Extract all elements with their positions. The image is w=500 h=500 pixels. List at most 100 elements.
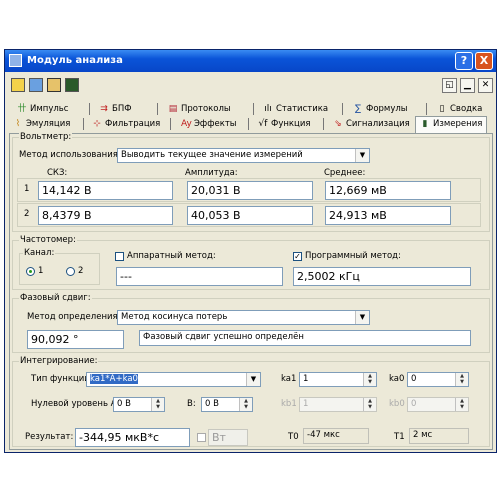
phase-status: Фазовый сдвиг успешно определён [139,330,471,346]
chart-icon[interactable] [65,78,79,92]
voltmeter-row: 2 8,4379 В 40,053 В 24,913 мВ [17,203,481,227]
chevron-down-icon[interactable]: ▼ [355,149,369,162]
result-value: -344,95 мкВ*с [75,428,190,447]
hardware-method-checkbox[interactable] [115,252,124,261]
t1-value: 2 мс [409,428,469,444]
spinner-icon[interactable]: ▲ ▼ [239,398,252,411]
tab-function[interactable]: √f Функция [258,117,311,131]
tab-pulse[interactable]: 卄 Импульс [17,102,68,116]
channel-1-radio[interactable] [26,267,35,276]
chevron-down-icon[interactable]: ▼ [246,373,260,386]
title-bar[interactable]: Модуль анализа ? X [5,50,496,72]
spinner-icon[interactable]: ▲ ▼ [151,398,164,411]
spinner-icon[interactable]: ▲ ▼ [455,398,468,411]
analysis-window: Модуль анализа ? X ◱ ▁ ✕ 卄 Импульс ⇉ БПФ ▤… [4,49,497,453]
emulation-icon: ⌇ [15,119,21,129]
protocol-icon: ▤ [168,104,178,114]
phase-shift-group: Фазовый сдвиг: Метод определения: Метод … [12,293,490,353]
chevron-down-icon[interactable]: ▼ [355,311,369,324]
tab-emulation[interactable]: ⌇ Эмуляция [13,117,71,131]
spinner-icon[interactable]: ▲ ▼ [455,373,468,386]
channel-1-label: 1 [38,266,44,276]
kb1-input[interactable]: 1 ▲ ▼ [299,397,377,412]
close-button[interactable]: X [475,52,493,70]
close-icon[interactable]: ✕ [478,78,493,93]
measurements-panel: Вольтметр: Метод использования: Выводить… [9,132,493,450]
formula-icon: ∑ [354,104,362,114]
ka1-input[interactable]: 1 ▲ ▼ [299,372,377,387]
columns-icon[interactable] [29,78,43,92]
pulse-icon: 卄 [17,104,27,114]
statistics-icon: ılı [264,104,272,114]
minimize-icon[interactable]: ▁ [460,78,475,93]
window-title: Модуль анализа [27,55,123,66]
function-type-select[interactable]: ka1*A+ka0 ▼ [86,372,261,387]
kb0-input[interactable]: 0 ▲ ▼ [407,397,469,412]
ka1-label: ka1 [281,374,297,384]
result-label: Результат: [25,432,74,442]
tab-alarm[interactable]: ⇘ Сигнализация [333,117,410,131]
tab-summary[interactable]: ▯ Сводка [437,102,483,116]
channel-2-radio[interactable] [66,267,75,276]
hardware-method-label: Аппаратный метод: [127,251,216,261]
app-icon [9,54,22,67]
hardware-frequency-value: --- [116,267,283,286]
open-icon[interactable] [11,78,25,92]
phase-value: 90,092 ° [27,330,124,349]
tab-measurements[interactable]: ▮ Измерения [415,116,488,134]
frequency-meter-title: Частотомер: [19,235,77,245]
rms-value-2: 8,4379 В [38,206,173,225]
rms-column-header: СКЗ: [47,168,68,178]
t0-label: T0 [288,432,299,442]
network-icon[interactable] [47,78,61,92]
alarm-icon: ⇘ [334,119,342,129]
phase-method-label: Метод определения: [27,312,121,322]
software-method-label: Программный метод: [305,251,401,261]
channel-group: Канал: 1 2 [19,248,100,285]
toolbar: ◱ ▁ ✕ [5,74,496,98]
vt-checkbox[interactable] [197,433,206,442]
zero-level-a-input[interactable]: 0 В ▲ ▼ [113,397,165,412]
function-icon: √f [258,119,268,129]
integration-group: Интегрирование: Тип функции: ka1*A+ka0 ▼… [12,356,490,447]
function-type-label: Тип функции: [31,374,93,384]
spinner-icon[interactable]: ▲ ▼ [363,398,376,411]
rms-value-1: 14,142 В [38,181,173,200]
restore-icon[interactable]: ◱ [442,78,457,93]
tab-effects[interactable]: Ay Эффекты [181,117,237,131]
tab-filtering[interactable]: ⊹ Фильтрация [92,117,160,131]
tab-statistics[interactable]: ılı Статистика [263,102,328,116]
average-value-2: 24,913 мВ [325,206,451,225]
integration-title: Интегрирование: [19,356,99,366]
spinner-icon[interactable]: ▲ ▼ [363,373,376,386]
frequency-meter-group: Частотомер: Канал: 1 2 Аппаратный метод:… [12,235,490,290]
row-number: 2 [24,209,30,219]
kb1-label: kb1 [281,399,297,409]
ka0-label: ka0 [389,374,405,384]
measure-icon: ▮ [422,119,428,129]
kb0-label: kb0 [389,399,405,409]
vt-field: Вт [208,429,248,446]
usage-method-label: Метод использования: [19,150,121,160]
help-button[interactable]: ? [455,52,473,70]
average-value-1: 12,669 мВ [325,181,451,200]
software-frequency-value: 2,5002 кГц [293,267,471,286]
channel-2-label: 2 [78,266,84,276]
average-column-header: Среднее: [324,168,366,178]
tab-fft[interactable]: ⇉ БПФ [99,102,131,116]
channel-label: Канал: [23,248,56,258]
tab-formulas[interactable]: ∑ Формулы [353,102,408,116]
row-number: 1 [24,184,30,194]
fft-icon: ⇉ [100,104,108,114]
software-method-checkbox[interactable]: ✓ [293,252,302,261]
zero-level-a-label: Нулевой уровень А: [31,399,120,409]
effects-icon: Ay [181,119,192,129]
phase-method-select[interactable]: Метод косинуса потерь ▼ [117,310,370,325]
t1-label: T1 [394,432,405,442]
voltmeter-title: Вольтметр: [19,132,73,142]
ka0-input[interactable]: 0 ▲ ▼ [407,372,469,387]
zero-level-b-input[interactable]: 0 В ▲ ▼ [201,397,253,412]
tab-protocols[interactable]: ▤ Протоколы [168,102,231,116]
voltmeter-group: Вольтметр: Метод использования: Выводить… [12,132,490,232]
usage-method-select[interactable]: Выводить текущее значение измерений ▼ [117,148,370,163]
